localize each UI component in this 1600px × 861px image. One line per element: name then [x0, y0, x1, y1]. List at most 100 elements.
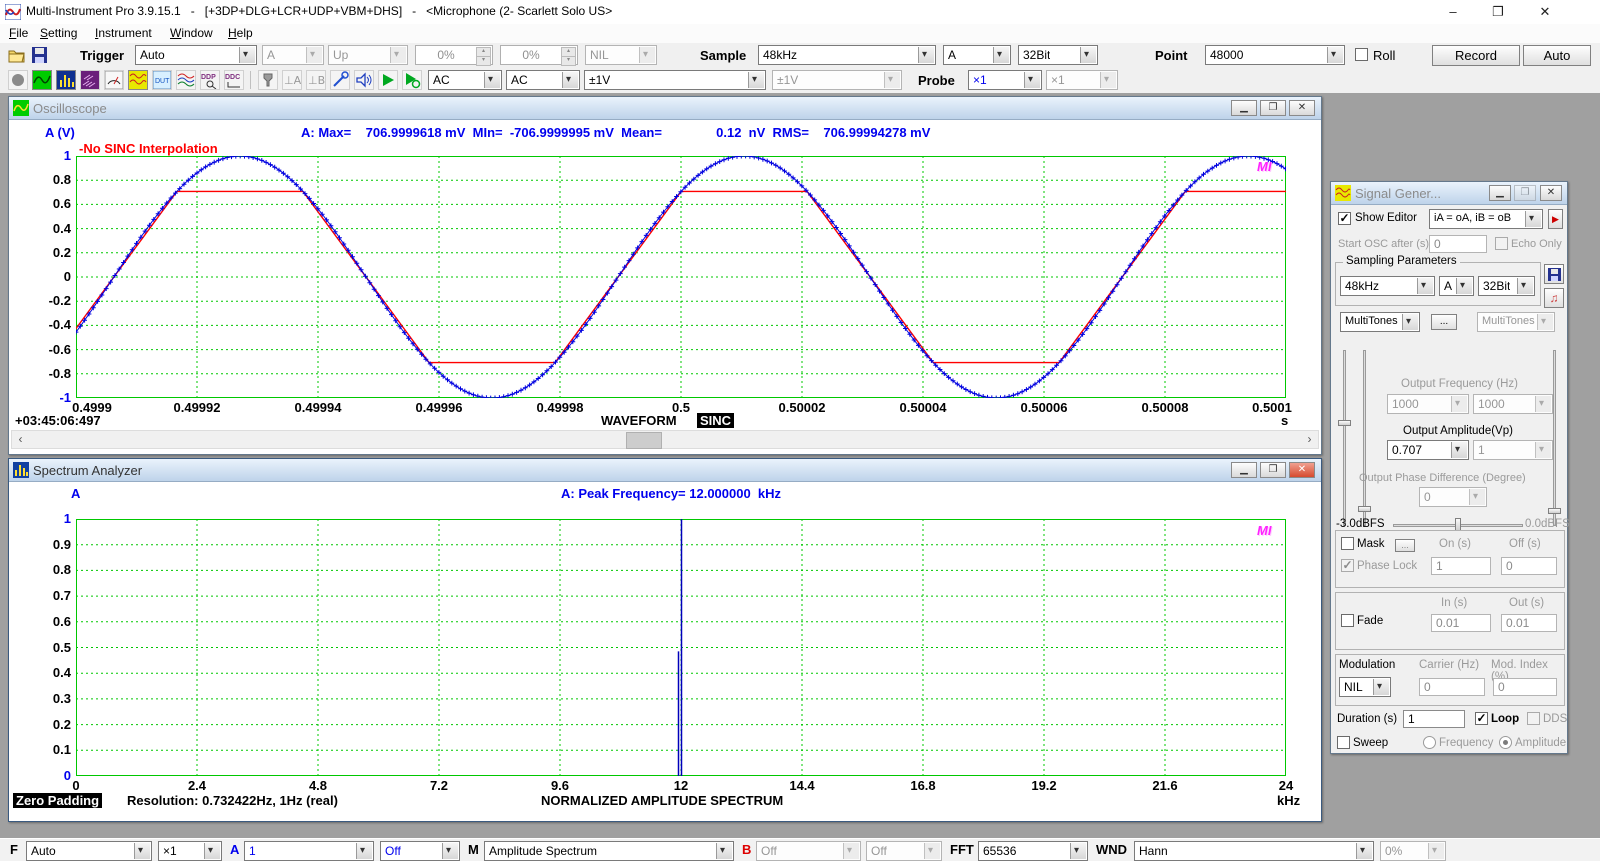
dropdown-arrow-icon[interactable]	[1373, 679, 1389, 695]
run-icon[interactable]	[378, 70, 398, 90]
minimize-button[interactable]: –	[1438, 5, 1468, 20]
dropdown-arrow-icon[interactable]	[204, 843, 220, 859]
waveform-more-button[interactable]: ...	[1431, 314, 1457, 330]
dropdown-arrow-icon[interactable]	[1451, 442, 1467, 458]
a-gain-combo[interactable]: 1	[244, 841, 374, 861]
oscilloscope-titlebar[interactable]: Oscilloscope ▁ ❐ ✕	[9, 97, 1321, 120]
routing-combo[interactable]: iA = oA, iB = oB	[1429, 209, 1543, 229]
save-icon[interactable]	[32, 47, 47, 63]
mask-off-input[interactable]: 0	[1501, 557, 1557, 575]
mask-checkbox[interactable]	[1341, 537, 1354, 550]
auto-button[interactable]: Auto	[1523, 45, 1591, 66]
mask-more-button[interactable]: ...	[1395, 539, 1415, 552]
spec-zero-padding-badge[interactable]: Zero Padding	[13, 793, 102, 808]
record-button[interactable]: Record	[1432, 45, 1520, 66]
modulation-mode-combo[interactable]: NIL	[1339, 677, 1391, 697]
point-count-combo[interactable]: 48000	[1205, 45, 1345, 65]
minimize-button[interactable]: ▁	[1489, 185, 1511, 201]
ddc-icon[interactable]: DDC	[224, 70, 244, 90]
dropdown-arrow-icon[interactable]	[1417, 278, 1433, 294]
dropdown-arrow-icon[interactable]	[1070, 843, 1086, 859]
carrier-input[interactable]: 0	[1419, 678, 1485, 696]
sweep-amplitude-radio[interactable]	[1499, 736, 1512, 749]
signal-generator-titlebar[interactable]: Signal Gener... ▁ ❐ ✕	[1331, 182, 1567, 205]
dropdown-arrow-icon[interactable]	[1525, 211, 1541, 227]
gen-bits-combo[interactable]: 32Bit	[1478, 276, 1535, 296]
close-button[interactable]: ✕	[1289, 100, 1315, 116]
window-fn-combo[interactable]: Hann	[1134, 841, 1374, 861]
menu-window[interactable]: Window	[170, 26, 213, 40]
mode-combo[interactable]: Amplitude Spectrum	[484, 841, 734, 861]
frequency-a-combo[interactable]: 1000	[1387, 394, 1469, 414]
dropdown-arrow-icon[interactable]	[716, 843, 732, 859]
dropdown-arrow-icon[interactable]	[918, 47, 934, 63]
menu-instrument[interactable]: Instrument	[95, 26, 152, 40]
mod-index-input[interactable]: 0	[1493, 678, 1557, 696]
trigger-hpf-combo[interactable]: NIL	[585, 45, 657, 65]
osc-sinc-badge[interactable]: SINC	[697, 413, 734, 428]
generator-run-button[interactable]: ▶	[1548, 209, 1563, 229]
sample-rate-combo[interactable]: 48kHz	[758, 45, 936, 65]
output-level-master-slider[interactable]	[1553, 350, 1556, 526]
sweep-frequency-radio[interactable]	[1423, 736, 1436, 749]
restore-button[interactable]: ❐	[1260, 100, 1286, 116]
dropdown-arrow-icon[interactable]	[1517, 278, 1533, 294]
overlap-combo[interactable]: 0%	[1380, 841, 1446, 861]
input-source-icon[interactable]	[258, 70, 278, 90]
sweep-checkbox[interactable]	[1337, 736, 1350, 749]
dropdown-arrow-icon[interactable]	[1456, 278, 1472, 294]
scroll-left-icon[interactable]: ‹	[12, 431, 29, 448]
restore-button[interactable]: ❐	[1483, 5, 1513, 20]
range-b-combo[interactable]: ±1V	[772, 70, 902, 90]
minimize-button[interactable]: ▁	[1231, 462, 1257, 478]
amplitude-a-combo[interactable]: 0.707	[1387, 440, 1469, 460]
coupling-b-combo[interactable]: AC	[506, 70, 580, 90]
dropdown-arrow-icon[interactable]	[239, 47, 255, 63]
trigger-mode-combo[interactable]: Auto	[135, 45, 257, 65]
waveform-b-combo[interactable]: MultiTones	[1477, 312, 1555, 332]
close-button[interactable]: ✕	[1540, 185, 1562, 201]
menu-help[interactable]: Help	[228, 26, 253, 40]
dropdown-arrow-icon[interactable]	[748, 72, 764, 88]
oscilloscope-icon[interactable]	[32, 70, 52, 90]
dropdown-arrow-icon[interactable]	[1356, 843, 1372, 859]
amplitude-b-combo[interactable]: 1	[1473, 440, 1553, 460]
fade-checkbox[interactable]	[1341, 614, 1354, 627]
gen-channel-combo[interactable]: A	[1439, 276, 1474, 296]
sound-output-icon[interactable]	[354, 70, 374, 90]
gen-stream-button[interactable]: ♫	[1544, 288, 1564, 308]
dropdown-arrow-icon[interactable]	[134, 843, 150, 859]
fade-out-input[interactable]: 0.01	[1501, 614, 1557, 632]
trigger-delay-spinner[interactable]: 0%	[500, 45, 578, 65]
dropdown-arrow-icon[interactable]	[1327, 47, 1343, 63]
menu-setting[interactable]: Setting	[40, 26, 77, 40]
phase-combo[interactable]: 0	[1419, 487, 1487, 507]
trigger-marker-b-icon[interactable]: ⊥B	[306, 70, 326, 90]
sample-bits-combo[interactable]: 32Bit	[1018, 45, 1098, 65]
close-button[interactable]: ✕	[1289, 462, 1315, 478]
menu-file[interactable]: File	[9, 26, 28, 40]
spectrum-3d-icon[interactable]	[80, 70, 100, 90]
close-button[interactable]: ✕	[1530, 5, 1560, 20]
fft-size-combo[interactable]: 65536	[978, 841, 1088, 861]
dropdown-arrow-icon[interactable]	[442, 843, 458, 859]
scroll-right-icon[interactable]: ›	[1301, 431, 1318, 448]
output-level-b-slider[interactable]	[1363, 350, 1366, 526]
dds-checkbox[interactable]	[1527, 712, 1540, 725]
dropdown-arrow-icon[interactable]	[1024, 72, 1040, 88]
sample-channel-combo[interactable]: A	[943, 45, 1011, 65]
loop-checkbox[interactable]	[1475, 712, 1488, 725]
trigger-source-combo[interactable]: A	[262, 45, 324, 65]
device-test-plan-icon[interactable]: DUT	[152, 70, 172, 90]
dropdown-arrow-icon[interactable]	[1402, 314, 1418, 330]
scrollbar-thumb[interactable]	[626, 432, 662, 449]
dropdown-arrow-icon[interactable]	[1080, 47, 1096, 63]
derived-data-curve-icon[interactable]	[176, 70, 196, 90]
signal-generator-icon[interactable]	[128, 70, 148, 90]
osc-horizontal-scrollbar[interactable]: ‹ ›	[11, 430, 1319, 449]
roll-checkbox[interactable]	[1355, 48, 1368, 61]
dropdown-arrow-icon[interactable]	[993, 47, 1009, 63]
slider-thumb[interactable]	[1338, 420, 1351, 426]
freq-range-combo[interactable]: Auto	[26, 841, 152, 861]
probe-calibration-icon[interactable]	[330, 70, 350, 90]
